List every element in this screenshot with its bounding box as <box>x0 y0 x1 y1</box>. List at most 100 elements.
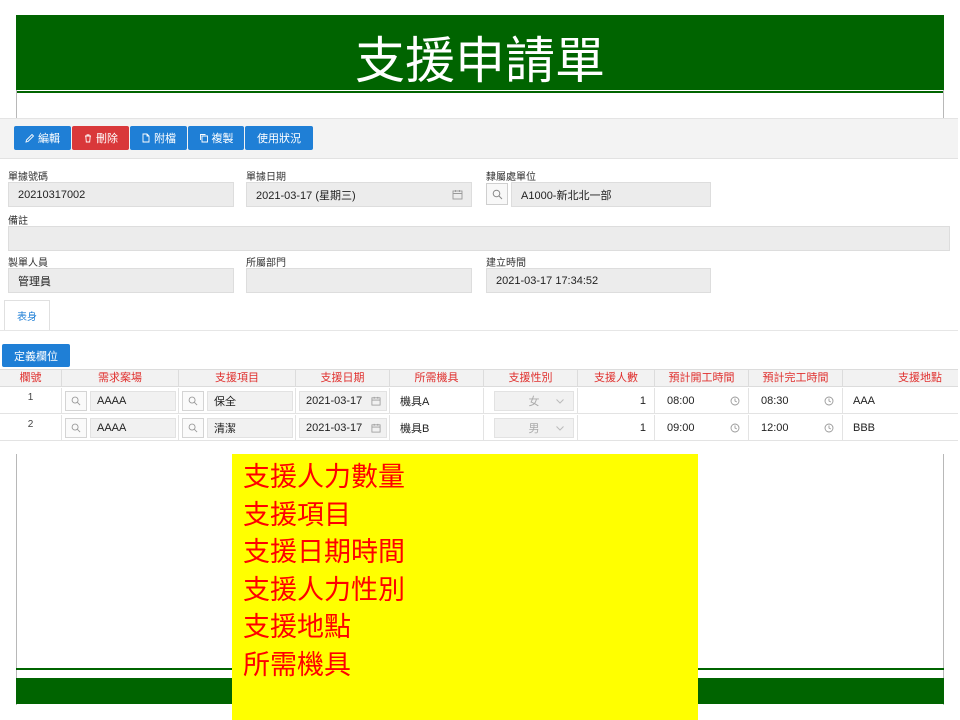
col-header-no[interactable]: 欄號 <box>0 370 61 387</box>
count-cell[interactable]: 1 <box>577 388 654 414</box>
dept-label: 所屬部門 <box>246 258 286 269</box>
item-cell[interactable]: 清潔 <box>178 415 295 441</box>
clock-icon[interactable] <box>824 423 834 433</box>
header-rule <box>16 91 944 93</box>
col-header-site[interactable]: 需求案場 <box>61 370 178 387</box>
site-value: AAAA <box>90 391 176 411</box>
col-header-end[interactable]: 預計完工時間 <box>748 370 842 387</box>
callout-line: 支援項目 <box>243 499 351 531</box>
callout-line: 支援地點 <box>243 612 351 643</box>
doc-date-label: 單據日期 <box>246 172 286 183</box>
col-header-date[interactable]: 支援日期 <box>295 370 389 387</box>
col-header-tool[interactable]: 所需機具 <box>389 370 483 387</box>
tab-divider <box>0 330 958 331</box>
tool-cell[interactable]: 機具A <box>389 388 483 414</box>
site-cell[interactable]: AAAA <box>61 415 178 441</box>
count-cell[interactable]: 1 <box>577 415 654 441</box>
col-header-gender[interactable]: 支援性別 <box>483 370 577 387</box>
gender-select[interactable]: 男 <box>483 415 577 441</box>
delete-button-label: 刪除 <box>96 133 118 145</box>
start-cell[interactable]: 08:00 <box>654 388 748 414</box>
site-search-button[interactable] <box>65 391 87 411</box>
place-cell[interactable]: BBB <box>842 415 958 441</box>
callout-line: 支援人力性別 <box>243 574 405 606</box>
attachment-button-label: 附檔 <box>154 133 176 145</box>
callout-box: 支援人力數量 支援項目 支援日期時間 支援人力性別 支援地點 所需機具 <box>232 454 698 720</box>
copy-icon <box>199 134 208 143</box>
site-search-button[interactable] <box>65 418 87 438</box>
note-label: 備註 <box>8 216 28 227</box>
callout-line: 支援日期時間 <box>243 537 405 568</box>
search-icon <box>188 423 198 433</box>
created-at-field[interactable]: 2021-03-17 17:34:52 <box>486 268 711 293</box>
site-value: AAAA <box>90 418 176 438</box>
support-request-form: 編輯 刪除 附檔 複製 使用狀況 單據號碼 20210317002 單據日期 2… <box>0 118 958 454</box>
row-number: 2 <box>27 419 34 430</box>
doc-no-label: 單據號碼 <box>8 172 48 183</box>
search-icon <box>71 423 81 433</box>
creator-field[interactable]: 管理員 <box>8 268 234 293</box>
date-cell[interactable]: 2021-03-17 <box>295 415 389 441</box>
item-value: 保全 <box>207 391 293 411</box>
gender-select[interactable]: 女 <box>483 388 577 414</box>
table-row: 1 AAAA 保全 2021-03-17 機具A 女 1 08:00 08:30… <box>0 388 958 414</box>
created-at-label: 建立時間 <box>486 258 526 269</box>
usage-status-button[interactable]: 使用狀況 <box>245 126 313 150</box>
tool-cell[interactable]: 機具B <box>389 415 483 441</box>
col-header-start[interactable]: 預計開工時間 <box>654 370 748 387</box>
calendar-icon[interactable] <box>452 189 463 200</box>
calendar-icon[interactable] <box>371 396 381 406</box>
col-header-place[interactable]: 支援地點 <box>842 370 958 387</box>
edit-button[interactable]: 編輯 <box>14 126 71 150</box>
created-at-value: 2021-03-17 17:34:52 <box>496 274 599 287</box>
dept-field[interactable] <box>246 268 472 293</box>
unit-value: A1000-新北北一部 <box>521 189 612 202</box>
define-columns-button[interactable]: 定義欄位 <box>2 344 70 367</box>
date-cell[interactable]: 2021-03-17 <box>295 388 389 414</box>
attachment-button[interactable]: 附檔 <box>130 126 187 150</box>
item-search-button[interactable] <box>182 418 204 438</box>
slide-title: 支援申請單 <box>355 32 605 90</box>
unit-field[interactable]: A1000-新北北一部 <box>511 182 711 207</box>
calendar-icon[interactable] <box>371 423 381 433</box>
end-cell[interactable]: 08:30 <box>748 388 842 414</box>
end-cell[interactable]: 12:00 <box>748 415 842 441</box>
col-header-count[interactable]: 支援人數 <box>577 370 654 387</box>
chevron-down-icon <box>556 399 564 404</box>
start-cell[interactable]: 09:00 <box>654 415 748 441</box>
copy-button[interactable]: 複製 <box>188 126 244 150</box>
place-cell[interactable]: AAA <box>842 388 958 414</box>
search-icon <box>71 396 81 406</box>
grid-header: 欄號 需求案場 支援項目 支援日期 所需機具 支援性別 支援人數 預計開工時間 … <box>0 369 958 387</box>
note-field[interactable] <box>8 226 950 251</box>
item-search-button[interactable] <box>182 391 204 411</box>
item-cell[interactable]: 保全 <box>178 388 295 414</box>
file-icon <box>142 133 150 143</box>
clock-icon[interactable] <box>730 396 740 406</box>
unit-label: 隸屬處單位 <box>486 172 536 183</box>
table-row: 2 AAAA 清潔 2021-03-17 機具B 男 1 09:00 12:00… <box>0 415 958 441</box>
chevron-down-icon <box>556 426 564 431</box>
pencil-icon <box>25 133 35 143</box>
clock-icon[interactable] <box>730 423 740 433</box>
doc-no-field[interactable]: 20210317002 <box>8 182 234 207</box>
search-icon <box>492 189 502 199</box>
doc-date-value: 2021-03-17 (星期三) <box>256 189 356 202</box>
doc-date-field[interactable]: 2021-03-17 (星期三) <box>246 182 472 207</box>
usage-status-button-label: 使用狀況 <box>257 133 301 145</box>
delete-button[interactable]: 刪除 <box>72 126 129 150</box>
row-number: 1 <box>27 392 34 403</box>
site-cell[interactable]: AAAA <box>61 388 178 414</box>
copy-button-label: 複製 <box>211 133 234 145</box>
creator-label: 製單人員 <box>8 258 48 269</box>
edit-button-label: 編輯 <box>38 133 60 145</box>
col-header-item[interactable]: 支援項目 <box>178 370 295 387</box>
toolbar: 編輯 刪除 附檔 複製 使用狀況 <box>0 119 958 159</box>
tab-body[interactable]: 表身 <box>4 300 50 330</box>
search-icon <box>188 396 198 406</box>
trash-icon <box>85 134 91 143</box>
clock-icon[interactable] <box>824 396 834 406</box>
unit-search-button[interactable] <box>486 183 508 205</box>
callout-line: 所需機具 <box>243 649 351 681</box>
creator-value: 管理員 <box>18 275 51 288</box>
